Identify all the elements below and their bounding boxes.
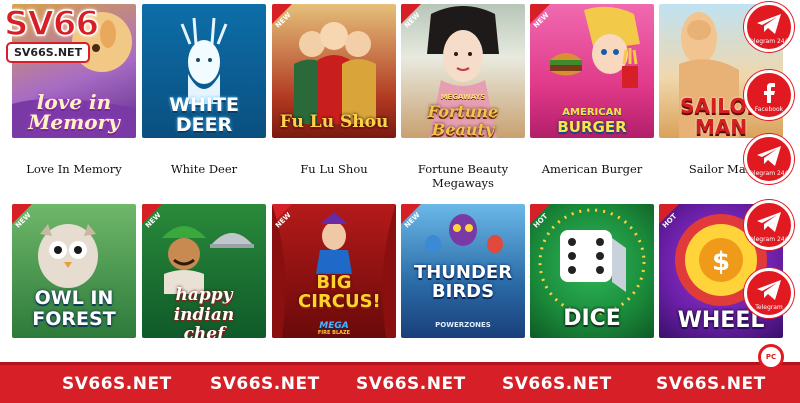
game-tile-fortune-beauty-megaways[interactable]: NEW MEGAWAYS Fortune Beauty — [401, 4, 525, 138]
game-title[interactable]: Love In Memory — [12, 162, 136, 176]
game-art — [272, 204, 396, 338]
footer-brand: SV66S.NET — [62, 374, 172, 394]
footer-brand: SV66S.NET — [356, 374, 466, 394]
facebook-icon — [764, 83, 775, 103]
game-art-title: BIG CIRCUS! — [298, 272, 381, 312]
game-tile-big-circus[interactable]: NEW BIG CIRCUS! MEGA FIRE BLAZE — [272, 204, 396, 338]
telegram-label: Telegram 24/7 — [747, 170, 791, 177]
telegram-icon — [757, 212, 781, 232]
svg-text:$: $ — [712, 247, 730, 277]
footer-brand: SV66S.NET — [210, 374, 320, 394]
game-art-title: happy indian chef — [173, 285, 235, 338]
telegram-label: Telegram 24/7 — [747, 38, 791, 45]
game-tile-dice[interactable]: HOT DICE — [530, 204, 654, 338]
game-art-title: love in Memory — [28, 90, 120, 134]
brand-url: SV66S.NET — [6, 42, 91, 63]
telegram-button[interactable]: Telegram 24/7 — [744, 2, 794, 52]
facebook-label: Facebook — [754, 106, 784, 113]
game-tile-white-deer[interactable]: WHITE DEER — [142, 4, 266, 138]
pc-button[interactable]: PC — [758, 344, 784, 370]
game-art-subtitle: POWERZONES — [435, 321, 491, 329]
telegram-icon — [757, 14, 781, 34]
game-art-subtitle: AMERICAN — [562, 107, 622, 118]
game-title[interactable]: Fortune Beauty Megaways — [401, 162, 525, 190]
game-art-title: DICE — [563, 306, 621, 331]
game-art-title: Fortune Beauty — [427, 102, 499, 138]
game-title[interactable]: White Deer — [142, 162, 266, 176]
game-art-title: Fu Lu Shou — [279, 112, 389, 132]
game-tile-thunder-birds[interactable]: NEW THUNDER BIRDS POWERZONES — [401, 204, 525, 338]
footer-brand: SV66S.NET — [502, 374, 612, 394]
telegram-label: Telegram 24/7 — [747, 236, 791, 243]
brand-logo[interactable]: SV66 SV66S.NET — [0, 0, 112, 68]
game-art-title: OWL IN FOREST — [32, 287, 116, 330]
game-tile-owl-in-forest[interactable]: NEW OWL IN FOREST — [12, 204, 136, 338]
game-tile-happy-indian-chef[interactable]: NEW happy indian chef — [142, 204, 266, 338]
game-art-subtitle-2: FIRE BLAZE — [317, 330, 351, 336]
facebook-button[interactable]: Facebook — [744, 70, 794, 120]
telegram-button[interactable]: Telegram — [744, 268, 794, 318]
footer-brand: SV66S.NET — [656, 374, 766, 394]
game-art-subtitle: MEGAWAYS — [440, 93, 486, 101]
game-title[interactable]: American Burger — [530, 162, 654, 176]
footer-bar: SV66S.NET SV66S.NET SV66S.NET SV66S.NET … — [0, 362, 800, 403]
game-tile-american-burger[interactable]: NEW AMERICAN BURGER — [530, 4, 654, 138]
telegram-button[interactable]: Telegram 24/7 — [744, 134, 794, 184]
game-art-title: WHITE DEER — [169, 94, 239, 136]
telegram-icon — [757, 146, 781, 166]
telegram-icon — [757, 280, 781, 300]
brand-name: SV66 — [3, 3, 100, 45]
game-title[interactable]: Fu Lu Shou — [272, 162, 396, 176]
telegram-button[interactable]: Telegram 24/7 — [744, 200, 794, 250]
game-art-title: THUNDER BIRDS — [413, 262, 513, 302]
game-art-title: BURGER — [557, 118, 627, 136]
telegram-label: Telegram — [755, 304, 783, 311]
game-tile-fu-lu-shou[interactable]: NEW Fu Lu Shou — [272, 4, 396, 138]
